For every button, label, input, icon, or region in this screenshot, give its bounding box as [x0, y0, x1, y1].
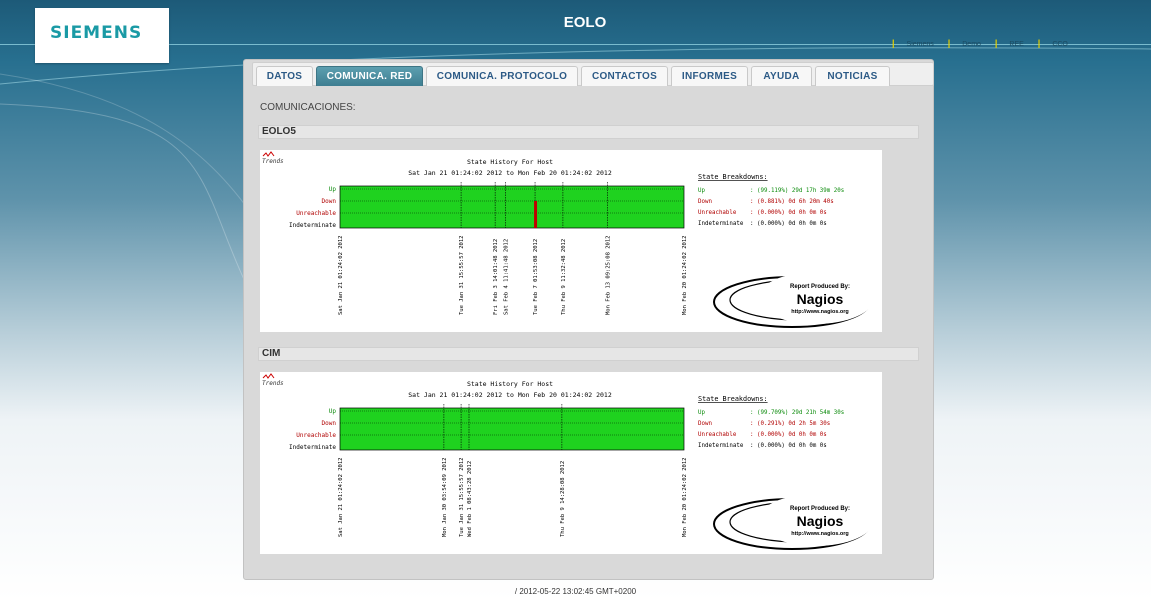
chart-range: Sat Jan 21 01:24:02 2012 to Mon Feb 20 0… [408, 391, 612, 399]
breakdown-state: Unreachable [698, 210, 737, 216]
breakdown-title: State Breakdowns: [698, 395, 768, 403]
nagios-badge: Report Produced By:Nagios http://www.nagi… [713, 272, 874, 328]
logo-text: SIEMENS [50, 23, 143, 43]
breakdown-value: : (0.000%) 0d 0h 0m 0s [750, 443, 827, 449]
breakdown-state: Indeterminate [698, 221, 744, 227]
state-history-chart-eolo5: Trends State History For Host Sat Jan 21 0… [260, 150, 882, 332]
breakdown-value: : (99.709%) 29d 21h 54m 30s [750, 410, 844, 416]
tab-contactos[interactable]: CONTACTOS [581, 66, 668, 86]
breakdown-title: State Breakdowns: [698, 173, 768, 181]
top-links: | Siemens | Demo | REE | CCO [892, 38, 1068, 48]
state-label: Up [329, 186, 337, 193]
tab-bar: DATOS COMUNICA. RED COMUNICA. PROTOCOLO … [252, 62, 934, 86]
trends-icon [262, 151, 275, 157]
main-panel: DATOS COMUNICA. RED COMUNICA. PROTOCOLO … [243, 59, 934, 580]
event-date-label: Sat Jan 21 01:24:02 2012 [338, 236, 344, 315]
state-history-chart-cim: Trends State History For Host Sat Jan 21 0… [260, 372, 882, 554]
event-date-label: Tue Feb 7 01:53:08 2012 [533, 239, 539, 315]
nagios-logo-text: Nagios [797, 291, 844, 307]
tab-comunica-protocolo[interactable]: COMUNICA. PROTOCOLO [426, 66, 578, 86]
nagios-logo-text: Nagios [797, 513, 844, 529]
event-date-label: Mon Jan 30 03:54:09 2012 [442, 458, 448, 537]
breakdown-state: Up [698, 188, 705, 194]
trends-label: Trends [262, 380, 284, 387]
link-cco[interactable]: CCO [1052, 41, 1068, 48]
breakdown-value: : (0.000%) 0d 0h 0m 0s [750, 432, 827, 438]
event-date-label: Fri Feb 3 14:01:48 2012 [493, 239, 499, 315]
event-date-label: Wed Feb 1 08:43:28 2012 [467, 461, 473, 537]
footer-timestamp: / 2012-05-22 13:02:45 GMT+0200 [514, 587, 637, 596]
down-segment [534, 201, 538, 228]
uptime-bar [339, 185, 685, 229]
breakdown-value: : (0.000%) 0d 0h 0m 0s [750, 221, 827, 227]
tab-datos[interactable]: DATOS [256, 66, 313, 86]
event-date-label: Mon Feb 13 09:25:08 2012 [606, 236, 612, 315]
siemens-logo[interactable]: SIEMENS [35, 8, 169, 63]
nagios-url: http://www.nagios.org [791, 309, 849, 315]
event-date-label: Mon Feb 20 01:24:02 2012 [682, 458, 688, 537]
nagios-line1: Report Produced By: [790, 506, 850, 512]
breakdown-value: : (0.881%) 0d 6h 20m 40s [750, 199, 834, 205]
breakdown-value: : (0.000%) 0d 0h 0m 0s [750, 210, 827, 216]
event-date-label: Thu Feb 9 14:28:08 2012 [560, 461, 566, 537]
state-label: Indeterminate [289, 444, 336, 451]
event-date-label: Thu Feb 9 11:32:48 2012 [561, 239, 567, 315]
event-date-label: Tue Jan 31 15:55:57 2012 [459, 458, 465, 537]
link-ree[interactable]: REE [1009, 41, 1023, 48]
host-header-cim: CIM [258, 347, 919, 361]
breakdown-state: Indeterminate [698, 443, 744, 449]
state-label: Unreachable [296, 432, 336, 439]
host-header-eolo5: EOLO5 [258, 125, 919, 139]
page-title: EOLO [563, 14, 607, 31]
tab-informes[interactable]: INFORMES [671, 66, 748, 86]
trends-icon [262, 373, 275, 379]
state-history-svg: Trends State History For Host Sat Jan 21 0… [262, 373, 874, 550]
state-label: Down [322, 420, 337, 427]
breakdown-value: : (99.119%) 29d 17h 39m 20s [750, 188, 844, 194]
nagios-line1: Report Produced By: [790, 284, 850, 290]
chart-title: State History For Host [467, 380, 553, 388]
event-date-label: Mon Feb 20 01:24:02 2012 [682, 236, 688, 315]
chart-title: State History For Host [467, 158, 553, 166]
tab-ayuda[interactable]: AYUDA [751, 66, 812, 86]
trends-label: Trends [262, 158, 284, 165]
event-date-label: Sat Jan 21 01:24:02 2012 [338, 458, 344, 537]
nagios-url: http://www.nagios.org [791, 531, 849, 537]
chart-range: Sat Jan 21 01:24:02 2012 to Mon Feb 20 0… [408, 169, 612, 177]
breakdown-state: Down [698, 421, 712, 427]
link-siemens[interactable]: Siemens [907, 41, 934, 48]
tab-noticias[interactable]: NOTICIAS [815, 66, 890, 86]
state-label: Indeterminate [289, 222, 336, 229]
uptime-bar [339, 407, 685, 451]
breakdown-state: Unreachable [698, 432, 737, 438]
state-label: Unreachable [296, 210, 336, 217]
breakdown-state: Down [698, 199, 712, 205]
section-label: COMUNICACIONES: [260, 102, 356, 113]
state-label: Up [329, 408, 337, 415]
breakdown-state: Up [698, 410, 705, 416]
nagios-badge: Report Produced By:Nagios http://www.nagi… [713, 494, 874, 550]
link-demo[interactable]: Demo [962, 41, 981, 48]
event-date-label: Tue Jan 31 15:55:57 2012 [459, 236, 465, 315]
breakdown-value: : (0.291%) 0d 2h 5m 30s [750, 421, 830, 427]
state-history-svg: Trends State History For Host Sat Jan 21 0… [262, 151, 874, 328]
event-date-label: Sat Feb 4 11:41:48 2012 [503, 239, 509, 315]
tab-comunica-red[interactable]: COMUNICA. RED [316, 66, 423, 86]
state-label: Down [322, 198, 337, 205]
